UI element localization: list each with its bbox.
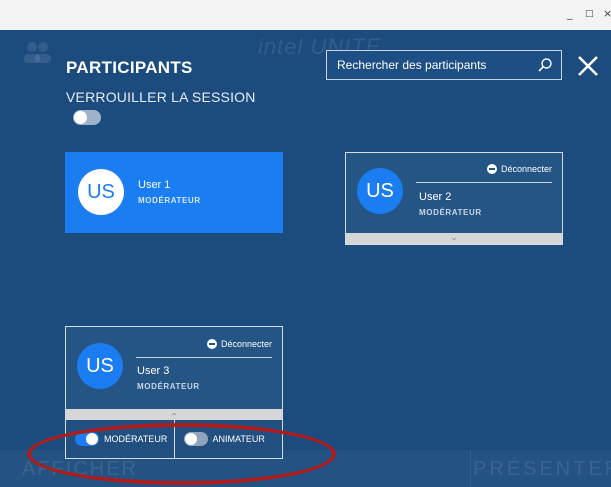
presenter-toggle[interactable] — [183, 432, 208, 446]
minus-circle-icon — [206, 339, 217, 349]
participant-name: User 3 — [137, 365, 170, 377]
divider — [136, 357, 272, 358]
chevron-down-icon: ⌄ — [450, 233, 458, 243]
avatar: US — [357, 168, 403, 214]
lock-session-label: VERROUILLER LA SESSION — [66, 89, 256, 105]
participant-role: MODÉRATEUR — [138, 196, 201, 205]
maximize-button[interactable]: □ — [585, 8, 594, 20]
window-titlebar: _ □ × — [0, 0, 611, 30]
participant-role: MODÉRATEUR — [419, 208, 482, 217]
participant-card-expanded[interactable]: Déconnecter US User 3 MODÉRATEUR ⌄ MODÉR… — [65, 326, 283, 459]
minimize-button[interactable]: _ — [567, 8, 573, 20]
disconnect-label: Déconnecter — [500, 164, 552, 174]
toggle-knob — [74, 111, 87, 124]
avatar: US — [78, 169, 124, 215]
moderator-toggle[interactable] — [75, 432, 99, 446]
disconnect-button[interactable]: Déconnecter — [206, 339, 272, 349]
lock-session-toggle[interactable] — [73, 110, 101, 125]
search-box[interactable] — [326, 50, 562, 80]
participant-role: MODÉRATEUR — [137, 382, 200, 391]
expand-bar[interactable]: ⌄ — [346, 233, 562, 244]
background-divider — [470, 450, 471, 487]
search-input[interactable] — [327, 51, 532, 79]
participant-name: User 2 — [419, 191, 452, 203]
search-icon[interactable] — [537, 57, 553, 73]
participant-card[interactable]: Déconnecter US User 2 MODÉRATEUR ⌄ — [345, 152, 563, 245]
participant-name: User 1 — [138, 179, 171, 191]
disconnect-button[interactable]: Déconnecter — [486, 164, 552, 174]
presenter-label: ANIMATEUR — [212, 434, 265, 444]
people-icon — [22, 40, 52, 71]
divider — [416, 182, 552, 183]
role-options: MODÉRATEUR ANIMATEUR — [66, 420, 282, 458]
close-window-button[interactable]: × — [603, 8, 611, 20]
minus-circle-icon — [486, 164, 497, 174]
background-show-label: AFFICHER — [22, 458, 138, 480]
toggle-knob — [86, 433, 98, 445]
chevron-up-icon: ⌄ — [170, 410, 178, 420]
collapse-bar[interactable]: ⌄ — [66, 409, 282, 420]
page-title: PARTICIPANTS — [66, 58, 193, 77]
close-icon[interactable] — [577, 55, 599, 77]
moderator-option[interactable]: MODÉRATEUR — [66, 420, 174, 458]
avatar: US — [77, 343, 123, 389]
participant-card-self[interactable]: US User 1 MODÉRATEUR — [65, 152, 283, 233]
presenter-option[interactable]: ANIMATEUR — [173, 420, 283, 458]
moderator-label: MODÉRATEUR — [104, 434, 168, 444]
participants-overlay: intel UNITE AFFICHER PRÉSENTER PARTICIPA… — [0, 30, 611, 487]
disconnect-label: Déconnecter — [220, 339, 272, 349]
toggle-knob — [184, 433, 197, 445]
background-present-label: PRÉSENTER — [473, 458, 611, 480]
